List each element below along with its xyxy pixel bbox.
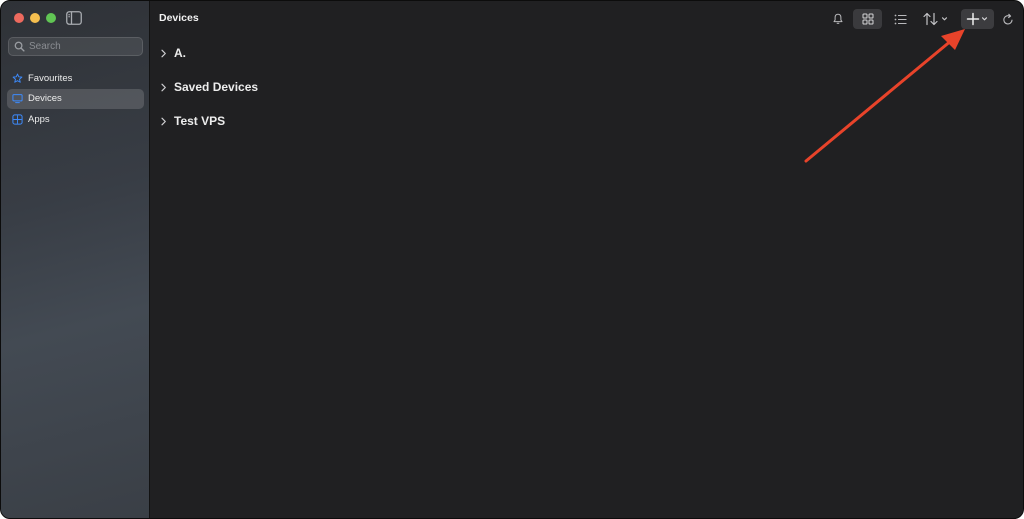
add-menu-button[interactable] (961, 9, 994, 29)
sidebar-item-favourites[interactable]: Favourites (7, 68, 144, 88)
refresh-button[interactable] (1000, 10, 1016, 28)
group-row[interactable]: Test VPS (159, 110, 258, 132)
app-window: Favourites Devices Apps Devices (0, 0, 1024, 519)
list-view-icon (894, 14, 906, 24)
list-view-button[interactable] (887, 9, 913, 29)
star-icon (12, 73, 23, 83)
sidebar: Favourites Devices Apps (1, 1, 150, 518)
search-field[interactable] (8, 37, 143, 56)
group-label: Test VPS (174, 114, 226, 128)
close-window-button[interactable] (14, 13, 24, 23)
sidebar-item-label: Apps (28, 113, 50, 125)
sidebar-toggle-icon[interactable] (66, 11, 82, 25)
sidebar-item-devices[interactable]: Devices (7, 88, 144, 109)
chevron-right-icon (161, 83, 166, 91)
device-groups: A. Saved Devices Test VPS (159, 42, 258, 144)
window-controls (14, 13, 56, 23)
sidebar-item-label: Favourites (28, 72, 73, 84)
zoom-window-button[interactable] (46, 13, 56, 23)
grid-view-icon (862, 13, 873, 25)
notifications-button[interactable] (830, 11, 846, 27)
grid-view-button[interactable] (853, 9, 882, 29)
sidebar-item-apps[interactable]: Apps (7, 109, 144, 129)
sort-menu-button[interactable] (920, 9, 952, 29)
main-panel: Devices A. Saved Devices Test VPS (151, 1, 1023, 518)
minimize-window-button[interactable] (30, 13, 40, 23)
add-icon (966, 12, 987, 26)
search-icon (14, 41, 25, 52)
group-label: Saved Devices (174, 80, 259, 94)
chevron-right-icon (161, 49, 166, 57)
refresh-icon (1003, 13, 1013, 24)
sort-icon (923, 12, 948, 26)
chevron-right-icon (161, 117, 166, 125)
apps-grid-icon (12, 113, 23, 125)
group-row[interactable]: Saved Devices (159, 76, 258, 98)
bell-icon (833, 13, 843, 24)
sidebar-item-label: Devices (28, 93, 62, 104)
group-label: A. (174, 46, 186, 60)
group-row[interactable]: A. (159, 42, 258, 64)
sidebar-nav: Favourites Devices Apps (7, 68, 144, 130)
toolbar (151, 1, 1023, 37)
search-input[interactable] (29, 41, 139, 52)
monitor-icon (12, 94, 23, 104)
